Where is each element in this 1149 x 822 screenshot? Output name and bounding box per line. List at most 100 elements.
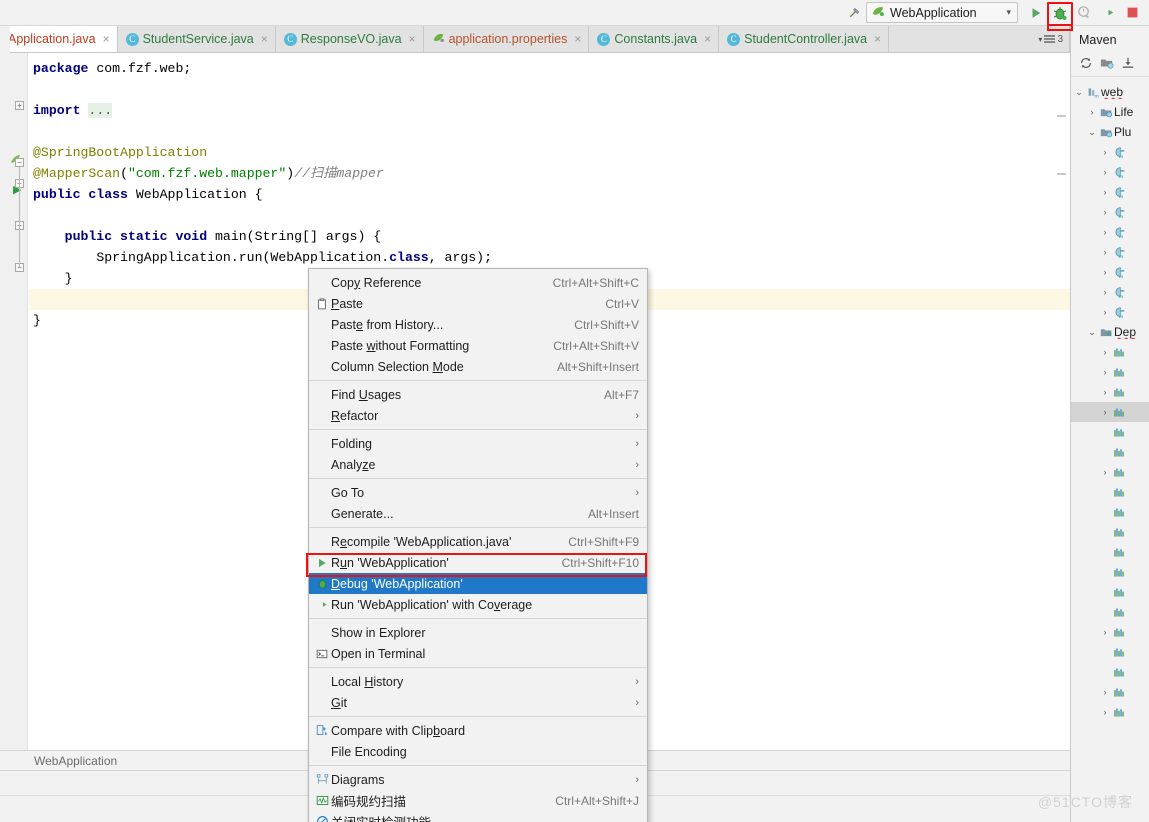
editor-context-menu[interactable]: Copy Reference Ctrl+Alt+Shift+C Paste Ctrl+… <box>308 268 648 822</box>
menu-item-compare-with-clipboard[interactable]: Compare with Clipboard <box>309 720 647 741</box>
menu-item-paste[interactable]: Paste Ctrl+V <box>309 293 647 314</box>
maven-tree-node[interactable] <box>1071 602 1149 622</box>
menu-item-run-webapplication[interactable]: Run 'WebApplication' Ctrl+Shift+F10 <box>309 552 647 573</box>
maven-tree-node[interactable]: › m <box>1071 282 1149 302</box>
menu-item-copy-reference[interactable]: Copy Reference Ctrl+Alt+Shift+C <box>309 272 647 293</box>
chevron-down-icon[interactable]: ▾ <box>1006 7 1013 18</box>
menu-item-debug-webapplication[interactable]: Debug 'WebApplication' <box>309 573 647 594</box>
stop-button[interactable] <box>1121 2 1143 24</box>
run-configuration-selector[interactable]: WebApplication ▾ <box>866 2 1018 23</box>
chevron-right-icon[interactable]: › <box>1099 247 1111 257</box>
menu-item-show-in-explorer[interactable]: Show in Explorer <box>309 622 647 643</box>
menu-item-open-in-terminal[interactable]: Open in Terminal <box>309 643 647 664</box>
maven-tree-node[interactable]: › m <box>1071 182 1149 202</box>
profiler-button[interactable] <box>1073 2 1095 24</box>
maven-tree-node[interactable]: › <box>1071 382 1149 402</box>
editor-tab-application-properties[interactable]: application.properties × <box>423 26 590 52</box>
editor-tab-studentservice[interactable]: C StudentService.java × <box>117 26 276 52</box>
maven-tree-node[interactable] <box>1071 502 1149 522</box>
download-sources-icon[interactable] <box>1121 56 1135 73</box>
maven-tree-node[interactable] <box>1071 642 1149 662</box>
maven-tree-node[interactable]: › <box>1071 362 1149 382</box>
menu-item-refactor[interactable]: Refactor › <box>309 405 647 426</box>
editor-tab-studentcontroller[interactable]: C StudentController.java × <box>719 26 890 52</box>
maven-tree-node[interactable] <box>1071 582 1149 602</box>
menu-item-find-usages[interactable]: Find Usages Alt+F7 <box>309 384 647 405</box>
menu-item-paste-without-formatting[interactable]: Paste without Formatting Ctrl+Alt+Shift+V <box>309 335 647 356</box>
maven-tree-node[interactable] <box>1071 522 1149 542</box>
close-icon[interactable]: × <box>409 32 416 46</box>
editor-tab-responsevo[interactable]: C ResponseVO.java × <box>275 26 424 52</box>
maven-tree-node[interactable]: › <box>1071 622 1149 642</box>
chevron-right-icon[interactable]: › <box>1099 387 1111 397</box>
chevron-right-icon[interactable]: › <box>1099 467 1111 477</box>
chevron-right-icon[interactable]: › <box>1099 367 1111 377</box>
maven-tree-node[interactable]: › Life <box>1071 102 1149 122</box>
fold-expand-icon[interactable]: + <box>15 101 24 110</box>
refresh-icon[interactable] <box>1079 56 1093 73</box>
menu-item-go-to[interactable]: Go To › <box>309 482 647 503</box>
close-icon[interactable]: × <box>103 32 110 46</box>
chevron-right-icon[interactable]: › <box>1099 627 1111 637</box>
run-button[interactable] <box>1025 2 1047 24</box>
chevron-down-icon[interactable]: ⌄ <box>1073 87 1085 98</box>
menu-item-generate[interactable]: Generate... Alt+Insert <box>309 503 647 524</box>
menu-item-file-encoding[interactable]: File Encoding <box>309 741 647 762</box>
maven-tree-node[interactable]: › <box>1071 462 1149 482</box>
chevron-right-icon[interactable]: › <box>1099 227 1111 237</box>
maven-tree-node[interactable] <box>1071 542 1149 562</box>
chevron-right-icon[interactable]: › <box>1099 347 1111 357</box>
menu-item-folding[interactable]: Folding › <box>309 433 647 454</box>
coverage-button[interactable] <box>1097 2 1119 24</box>
menu-item-run-webapplication-with-coverage[interactable]: Run 'WebApplication' with Coverage <box>309 594 647 615</box>
maven-tree-node[interactable] <box>1071 562 1149 582</box>
menu-item-paste-from-history[interactable]: Paste from History... Ctrl+Shift+V <box>309 314 647 335</box>
close-icon[interactable]: × <box>574 32 581 46</box>
maven-tree[interactable]: ⌄ m web › Life ⌄ Plu › m › m › m › m › m › m › m › m › m ⌄ Dep › › › ›… <box>1071 77 1149 722</box>
maven-tree-node[interactable]: › m <box>1071 222 1149 242</box>
menu-item-git[interactable]: Git › <box>309 692 647 713</box>
maven-tree-node[interactable]: › m <box>1071 262 1149 282</box>
maven-tree-node[interactable]: › m <box>1071 202 1149 222</box>
editor-tab-application[interactable]: Application.java × <box>0 26 118 52</box>
debug-button[interactable] <box>1049 2 1071 24</box>
menu-item-[interactable]: 关闭实时检测功能 <box>309 811 647 822</box>
maven-tree-node[interactable]: › <box>1071 682 1149 702</box>
maven-tree-node[interactable]: ⌄ m web <box>1071 82 1149 102</box>
tab-overflow-button[interactable]: ▾ 3 <box>1038 34 1063 45</box>
maven-tree-node[interactable]: › <box>1071 402 1149 422</box>
chevron-right-icon[interactable]: › <box>1099 267 1111 277</box>
menu-item-recompile-webapplication-java[interactable]: Recompile 'WebApplication.java' Ctrl+Shif… <box>309 531 647 552</box>
maven-tree-node[interactable] <box>1071 482 1149 502</box>
menu-item-analyze[interactable]: Analyze › <box>309 454 647 475</box>
chevron-right-icon[interactable]: › <box>1099 287 1111 297</box>
maven-tree-node[interactable] <box>1071 662 1149 682</box>
maven-tree-node[interactable]: › m <box>1071 302 1149 322</box>
menu-item-[interactable]: 编码规约扫描 Ctrl+Alt+Shift+J <box>309 790 647 811</box>
build-hammer-icon[interactable] <box>843 2 865 24</box>
maven-tree-node[interactable]: ⌄ Plu <box>1071 122 1149 142</box>
chevron-right-icon[interactable]: › <box>1099 407 1111 417</box>
chevron-right-icon[interactable]: › <box>1099 207 1111 217</box>
maven-tree-node[interactable]: › m <box>1071 242 1149 262</box>
menu-item-local-history[interactable]: Local History › <box>309 671 647 692</box>
chevron-right-icon[interactable]: › <box>1099 687 1111 697</box>
maven-tool-window[interactable]: Maven ⌄ m web › Life ⌄ Plu › m › m › m ›… <box>1070 26 1149 822</box>
close-icon[interactable]: × <box>874 32 881 46</box>
menu-item-column-selection-mode[interactable]: Column Selection Mode Alt+Shift+Insert <box>309 356 647 377</box>
maven-tree-node[interactable]: › m <box>1071 142 1149 162</box>
chevron-down-icon[interactable]: ⌄ <box>1086 127 1098 138</box>
chevron-right-icon[interactable]: › <box>1086 107 1098 117</box>
menu-item-diagrams[interactable]: Diagrams › <box>309 769 647 790</box>
add-folder-icon[interactable] <box>1100 56 1114 73</box>
chevron-right-icon[interactable]: › <box>1099 307 1111 317</box>
chevron-right-icon[interactable]: › <box>1099 187 1111 197</box>
maven-tree-node[interactable] <box>1071 442 1149 462</box>
close-icon[interactable]: × <box>261 32 268 46</box>
close-icon[interactable]: × <box>704 32 711 46</box>
maven-tree-node[interactable]: › <box>1071 342 1149 362</box>
chevron-right-icon[interactable]: › <box>1099 707 1111 717</box>
maven-tree-node[interactable]: › m <box>1071 162 1149 182</box>
chevron-right-icon[interactable]: › <box>1099 147 1111 157</box>
maven-tree-node[interactable]: › <box>1071 702 1149 722</box>
